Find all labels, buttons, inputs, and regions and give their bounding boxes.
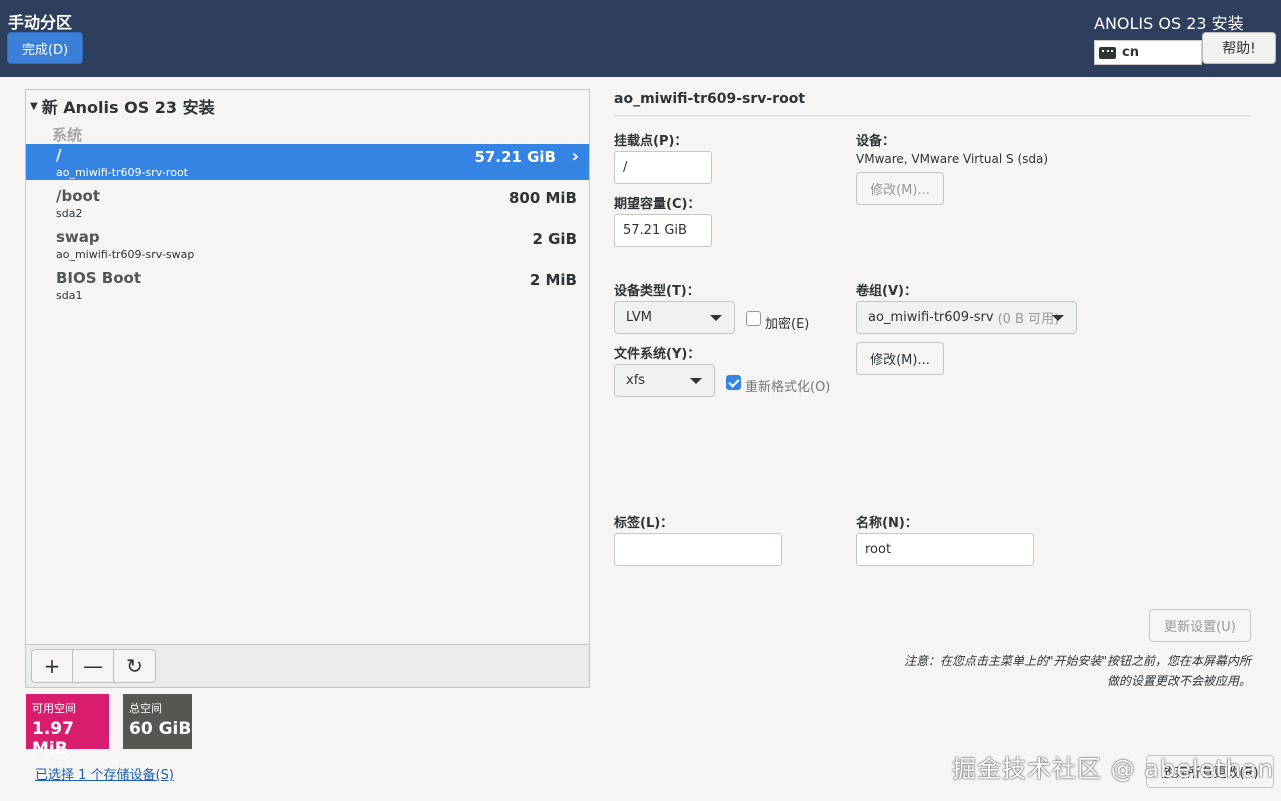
- section-label-system: 系统: [52, 126, 83, 144]
- reformat-label: 重新格式化(O): [745, 380, 831, 395]
- total-space-box: 总空间 60 GiB: [123, 694, 192, 749]
- partition-row-root[interactable]: / ao_miwifi-tr609-srv-root 57.21 GiB ›: [26, 144, 589, 180]
- header-bar: 手动分区 完成(D) ANOLIS OS 23 安装 cn 帮助!: [0, 0, 1281, 77]
- total-space-value: 60 GiB: [129, 719, 192, 739]
- dropdown-caret-icon: [710, 315, 722, 321]
- device-modify-button[interactable]: 修改(M)...: [856, 172, 944, 205]
- partition-device: ao_miwifi-tr609-srv-root: [56, 166, 188, 179]
- partition-size: 2 GiB: [532, 230, 577, 248]
- add-partition-button[interactable]: +: [32, 650, 73, 682]
- filesystem-dropdown[interactable]: xfs: [614, 364, 715, 397]
- capacity-label: 期望容量(C)：: [614, 197, 701, 212]
- keyboard-icon: [1099, 46, 1116, 59]
- install-tree-root[interactable]: ▼ 新 Anolis OS 23 安装: [30, 94, 215, 118]
- keyboard-layout-indicator[interactable]: cn: [1094, 40, 1202, 65]
- filesystem-label: 文件系统(Y)：: [614, 347, 701, 362]
- name-input[interactable]: root: [856, 533, 1034, 566]
- partition-mount: /: [56, 146, 62, 164]
- partition-toolbar: + — ↻: [26, 644, 589, 687]
- settings-note: 注意：在您点击主菜单上的"开始安装"按钮之前，您在本屏幕内所做的设置更改不会被应…: [903, 654, 1251, 688]
- partition-size: 2 MiB: [529, 271, 577, 289]
- dropdown-caret-icon: [690, 378, 702, 384]
- available-space-label: 可用空间: [32, 702, 76, 715]
- mount-point-label: 挂载点(P)：: [614, 134, 688, 149]
- partition-size: 57.21 GiB: [474, 148, 556, 166]
- device-type-value: LVM: [626, 310, 652, 325]
- device-value: VMware, VMware Virtual S (sda): [856, 152, 1049, 166]
- device-type-label: 设备类型(T)：: [614, 284, 700, 299]
- mount-point-input[interactable]: /: [614, 151, 712, 184]
- watermark-text: 掘金技术社区 @ abelethan: [952, 755, 1274, 783]
- reformat-checkbox[interactable]: [726, 375, 741, 390]
- capacity-input[interactable]: 57.21 GiB: [614, 214, 712, 247]
- volume-group-modify-button[interactable]: 修改(M)...: [856, 342, 944, 375]
- keyboard-layout-label: cn: [1122, 45, 1139, 60]
- partition-row-bios-boot[interactable]: BIOS Boot sda1 2 MiB: [26, 267, 589, 303]
- filesystem-value: xfs: [626, 373, 646, 388]
- partition-row-swap[interactable]: swap ao_miwifi-tr609-srv-swap 2 GiB: [26, 226, 589, 262]
- help-button[interactable]: 帮助!: [1202, 32, 1276, 64]
- available-space-box: 可用空间 1.97 MiB: [26, 694, 109, 759]
- partition-mount: BIOS Boot: [56, 269, 142, 287]
- total-space-label: 总空间: [129, 702, 162, 715]
- done-button[interactable]: 完成(D): [7, 32, 83, 64]
- page-title: 手动分区: [8, 13, 73, 32]
- partition-device: sda1: [56, 289, 83, 302]
- refresh-icon[interactable]: ↻: [114, 650, 155, 682]
- install-tree-root-label: 新 Anolis OS 23 安装: [41, 98, 215, 117]
- update-settings-button[interactable]: 更新设置(U): [1149, 609, 1251, 642]
- storage-devices-link[interactable]: 已选择 1 个存储设备(S): [35, 764, 174, 783]
- chevron-right-icon: ›: [571, 146, 579, 167]
- remove-partition-button[interactable]: —: [73, 650, 114, 682]
- partition-row-boot[interactable]: /boot sda2 800 MiB: [26, 185, 589, 221]
- tag-input[interactable]: [614, 533, 782, 566]
- product-title: ANOLIS OS 23 安装: [1094, 14, 1244, 33]
- volume-group-free: (0 B 可用): [997, 312, 1060, 327]
- partition-size: 800 MiB: [508, 189, 577, 207]
- partition-mount: swap: [56, 228, 100, 246]
- partition-mount: /boot: [56, 187, 100, 205]
- available-space-value: 1.97 MiB: [32, 719, 74, 759]
- name-label: 名称(N)：: [856, 516, 918, 531]
- tag-label: 标签(L)：: [614, 516, 674, 531]
- partition-device: sda2: [56, 207, 83, 220]
- detail-title: ao_miwifi-tr609-srv-root: [614, 91, 806, 107]
- volume-group-label: 卷组(V)：: [856, 284, 917, 299]
- expand-triangle-icon: ▼: [30, 100, 38, 112]
- detail-divider: [614, 115, 1251, 116]
- partition-button-group: + — ↻: [31, 649, 156, 683]
- volume-group-dropdown[interactable]: ao_miwifi-tr609-srv (0 B 可用): [856, 301, 1077, 334]
- dropdown-caret-icon: [1052, 315, 1064, 321]
- partition-device: ao_miwifi-tr609-srv-swap: [56, 248, 195, 261]
- encrypt-label: 加密(E): [765, 317, 810, 332]
- volume-group-value: ao_miwifi-tr609-srv: [868, 310, 994, 325]
- device-type-dropdown[interactable]: LVM: [614, 301, 735, 334]
- device-label: 设备：: [856, 134, 896, 149]
- encrypt-checkbox[interactable]: [746, 311, 761, 326]
- partition-tree-panel: ▼ 新 Anolis OS 23 安装 系统 / ao_miwifi-tr609…: [25, 89, 590, 688]
